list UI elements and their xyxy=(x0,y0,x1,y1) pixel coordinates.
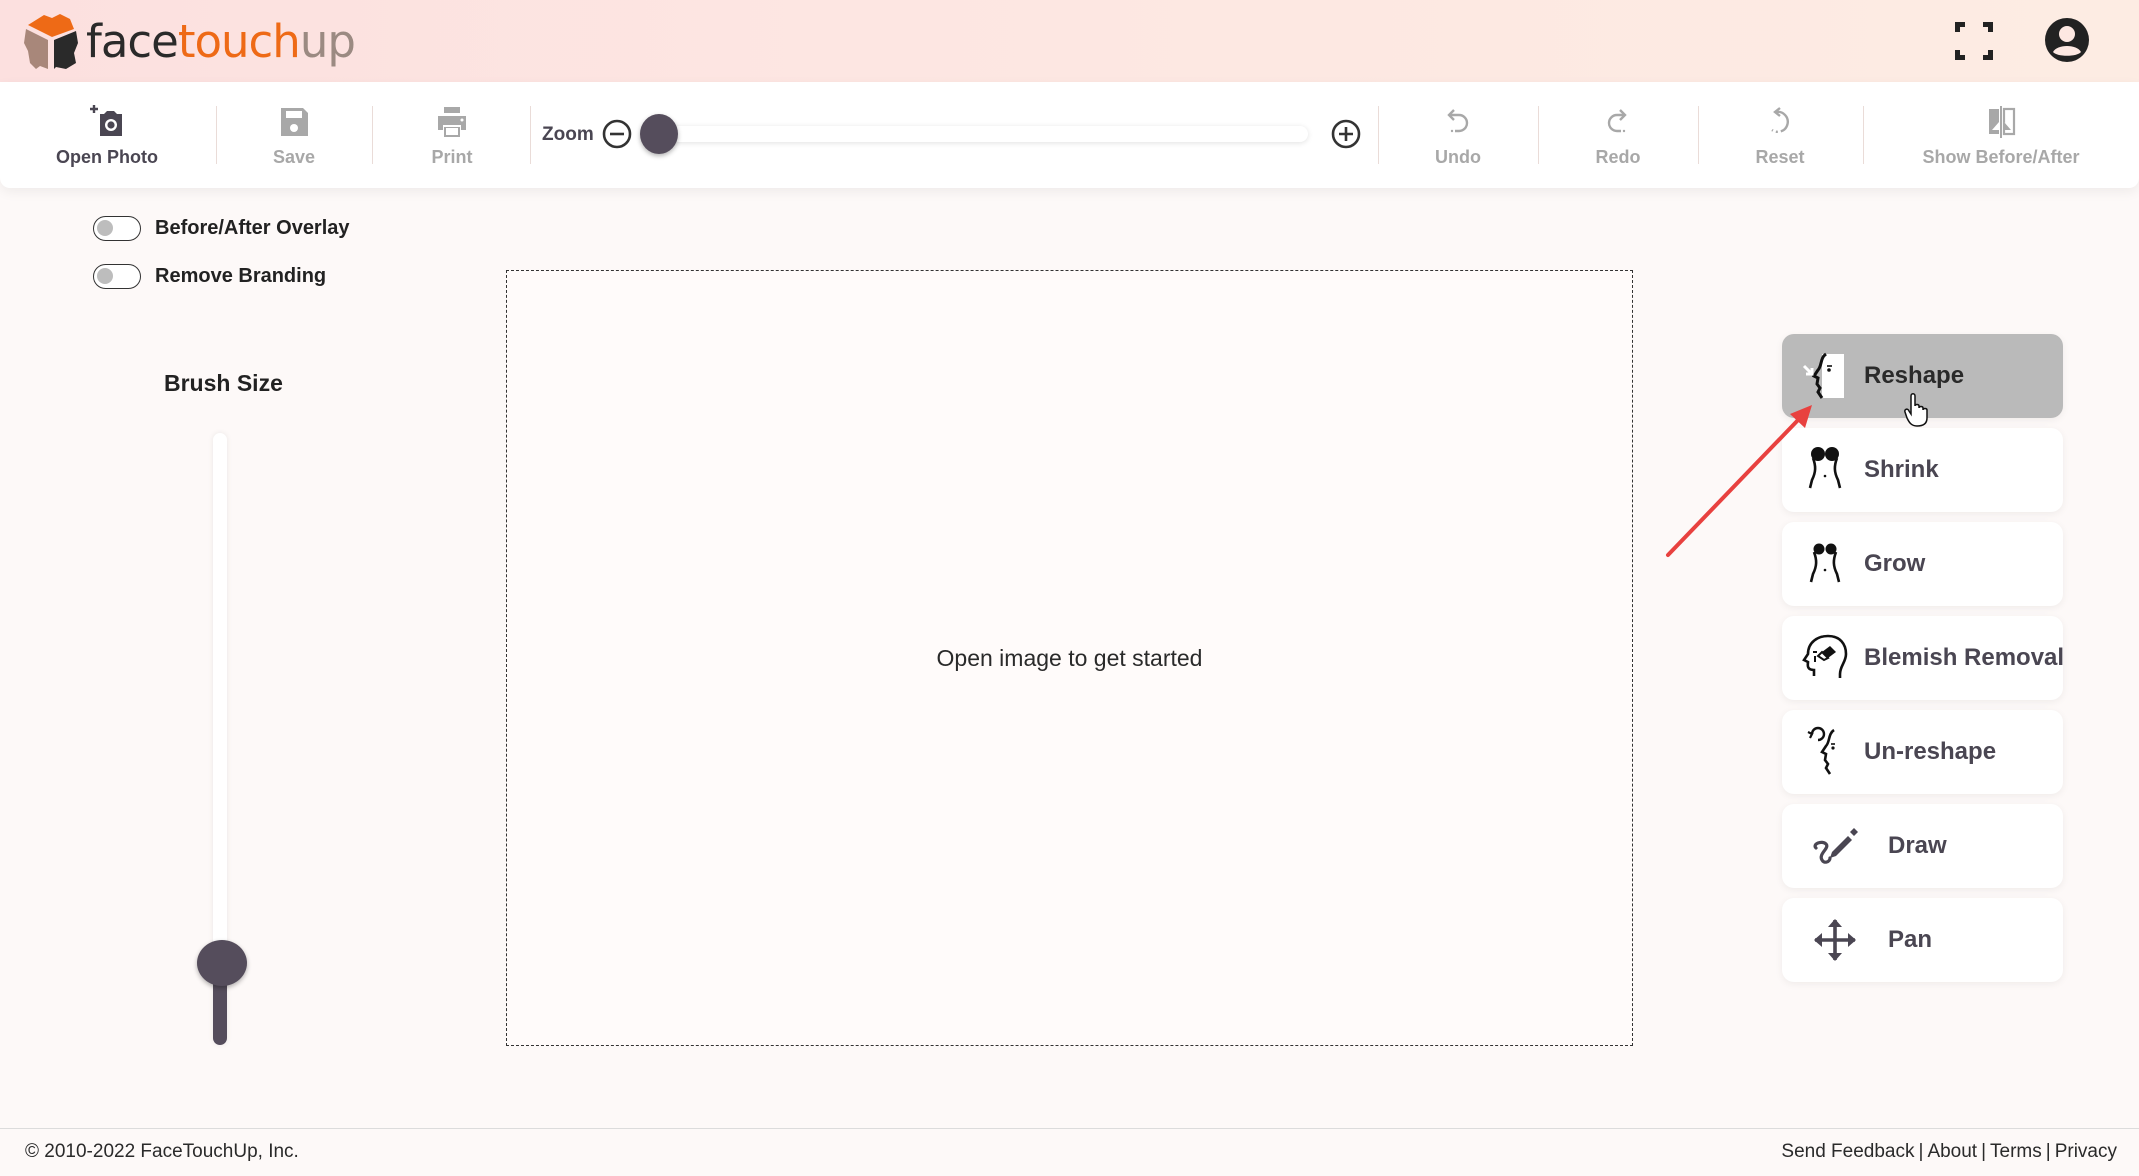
fullscreen-button[interactable] xyxy=(1951,18,1997,64)
about-link[interactable]: About xyxy=(1927,1141,1977,1162)
logo-text-up: up xyxy=(299,14,356,68)
tool-pan-button[interactable]: Pan xyxy=(1782,898,2063,982)
floppy-disk-icon xyxy=(281,108,308,136)
app-header: facetouchup xyxy=(0,0,2139,82)
show-before-after-button[interactable]: Show Before/After xyxy=(1916,104,2086,176)
zoom-out-minus-icon xyxy=(602,119,632,149)
toolbar-divider xyxy=(1538,106,1539,164)
open-photo-button[interactable]: Open Photo xyxy=(52,104,162,176)
save-button[interactable]: Save xyxy=(254,104,334,176)
terms-link[interactable]: Terms xyxy=(1990,1141,2042,1162)
undo-button[interactable]: Undo xyxy=(1418,104,1498,176)
before-after-overlay-label: Before/After Overlay xyxy=(155,217,350,239)
unreshape-face-icon xyxy=(1807,726,1835,775)
shrink-body-icon xyxy=(1808,447,1842,489)
toolbar-divider xyxy=(1863,106,1864,164)
toggle-knob xyxy=(97,268,113,284)
logo-cube-icon xyxy=(24,14,78,69)
remove-branding-toggle[interactable] xyxy=(93,264,141,289)
tool-unreshape-label: Un-reshape xyxy=(1864,738,1997,765)
zoom-in-button[interactable] xyxy=(1330,118,1362,150)
tool-draw-button[interactable]: Draw xyxy=(1782,804,2063,888)
tool-grow-label: Grow xyxy=(1864,550,1926,577)
canvas-placeholder-message: Open image to get started xyxy=(936,644,1203,671)
footer-links: Send Feedback | About | Terms | Privacy xyxy=(1781,1141,2117,1163)
brush-size-slider-thumb[interactable] xyxy=(197,940,247,987)
tool-unreshape-button[interactable]: Un-reshape xyxy=(1782,710,2063,794)
compare-icon xyxy=(1989,106,2016,138)
logo-wordmark: facetouchup xyxy=(86,19,356,64)
pan-move-icon xyxy=(1814,919,1856,961)
toolbar-divider xyxy=(1698,106,1699,164)
remove-branding-toggle-row[interactable]: Remove Branding xyxy=(93,264,326,289)
copyright-text: © 2010-2022 FaceTouchUp, Inc. xyxy=(25,1141,299,1162)
draw-pencil-icon xyxy=(1813,828,1858,864)
tool-reshape-label: Reshape xyxy=(1864,362,1965,389)
link-separator: | xyxy=(2045,1141,2051,1162)
toggle-knob xyxy=(97,220,113,236)
print-button[interactable]: Print xyxy=(412,104,492,176)
tool-pan-label: Pan xyxy=(1888,926,1933,953)
redo-icon xyxy=(1607,109,1627,133)
reshape-face-icon xyxy=(1802,352,1844,399)
before-after-overlay-toggle[interactable] xyxy=(93,216,141,241)
tool-blemish-removal-label: Blemish Removal xyxy=(1864,644,2065,671)
tool-shrink-label: Shrink xyxy=(1864,456,1939,483)
image-canvas[interactable]: Open image to get started xyxy=(506,270,1633,1046)
account-button[interactable] xyxy=(2044,17,2090,63)
print-label: Print xyxy=(431,147,473,167)
link-separator: | xyxy=(1981,1141,1987,1162)
reset-icon xyxy=(1771,107,1789,133)
undo-icon xyxy=(1447,109,1469,133)
zoom-in-plus-icon xyxy=(1331,119,1361,149)
logo-text-face: face xyxy=(86,14,179,68)
open-photo-label: Open Photo xyxy=(56,147,158,167)
reset-label: Reset xyxy=(1755,147,1805,167)
undo-label: Undo xyxy=(1435,147,1481,167)
link-separator: | xyxy=(1918,1141,1924,1162)
redo-button[interactable]: Redo xyxy=(1578,104,1658,176)
app-footer: © 2010-2022 FaceTouchUp, Inc. Send Feedb… xyxy=(0,1128,2139,1176)
logo-text-touch: touch xyxy=(177,14,301,68)
reset-button[interactable]: Reset xyxy=(1740,104,1820,176)
privacy-link[interactable]: Privacy xyxy=(2055,1141,2117,1162)
tool-draw-label: Draw xyxy=(1888,832,1947,859)
account-circle-icon xyxy=(2045,18,2089,62)
facetouchup-logo[interactable]: facetouchup xyxy=(22,10,356,72)
brush-size-title: Brush Size xyxy=(164,370,283,396)
printer-icon xyxy=(438,107,466,137)
redo-label: Redo xyxy=(1595,147,1641,167)
remove-branding-label: Remove Branding xyxy=(155,265,327,287)
zoom-out-button[interactable] xyxy=(601,118,633,150)
zoom-slider-track[interactable] xyxy=(644,126,1308,142)
tool-shrink-button[interactable]: Shrink xyxy=(1782,428,2063,512)
tool-blemish-removal-button[interactable]: Blemish Removal xyxy=(1782,616,2065,700)
save-label: Save xyxy=(272,147,316,167)
toolbar-divider xyxy=(1378,106,1379,164)
before-after-overlay-toggle-row[interactable]: Before/After Overlay xyxy=(93,216,350,241)
toolbar-divider xyxy=(372,106,373,164)
tool-grow-button[interactable]: Grow xyxy=(1782,522,2063,606)
zoom-label: Zoom xyxy=(542,124,594,145)
send-feedback-link[interactable]: Send Feedback xyxy=(1781,1141,1914,1162)
zoom-slider-thumb[interactable] xyxy=(640,114,678,154)
grow-body-icon xyxy=(1809,543,1841,583)
add-photo-camera-icon xyxy=(90,105,122,136)
toolbar-divider xyxy=(530,106,531,164)
main-toolbar: Open Photo Save Print Zoom Undo Redo Res… xyxy=(0,82,2139,188)
fullscreen-icon xyxy=(1955,22,1993,60)
tool-reshape-button[interactable]: Reshape xyxy=(1782,334,2063,418)
toolbar-divider xyxy=(216,106,217,164)
show-before-after-label: Show Before/After xyxy=(1922,147,2080,167)
blemish-removal-icon xyxy=(1802,634,1848,678)
